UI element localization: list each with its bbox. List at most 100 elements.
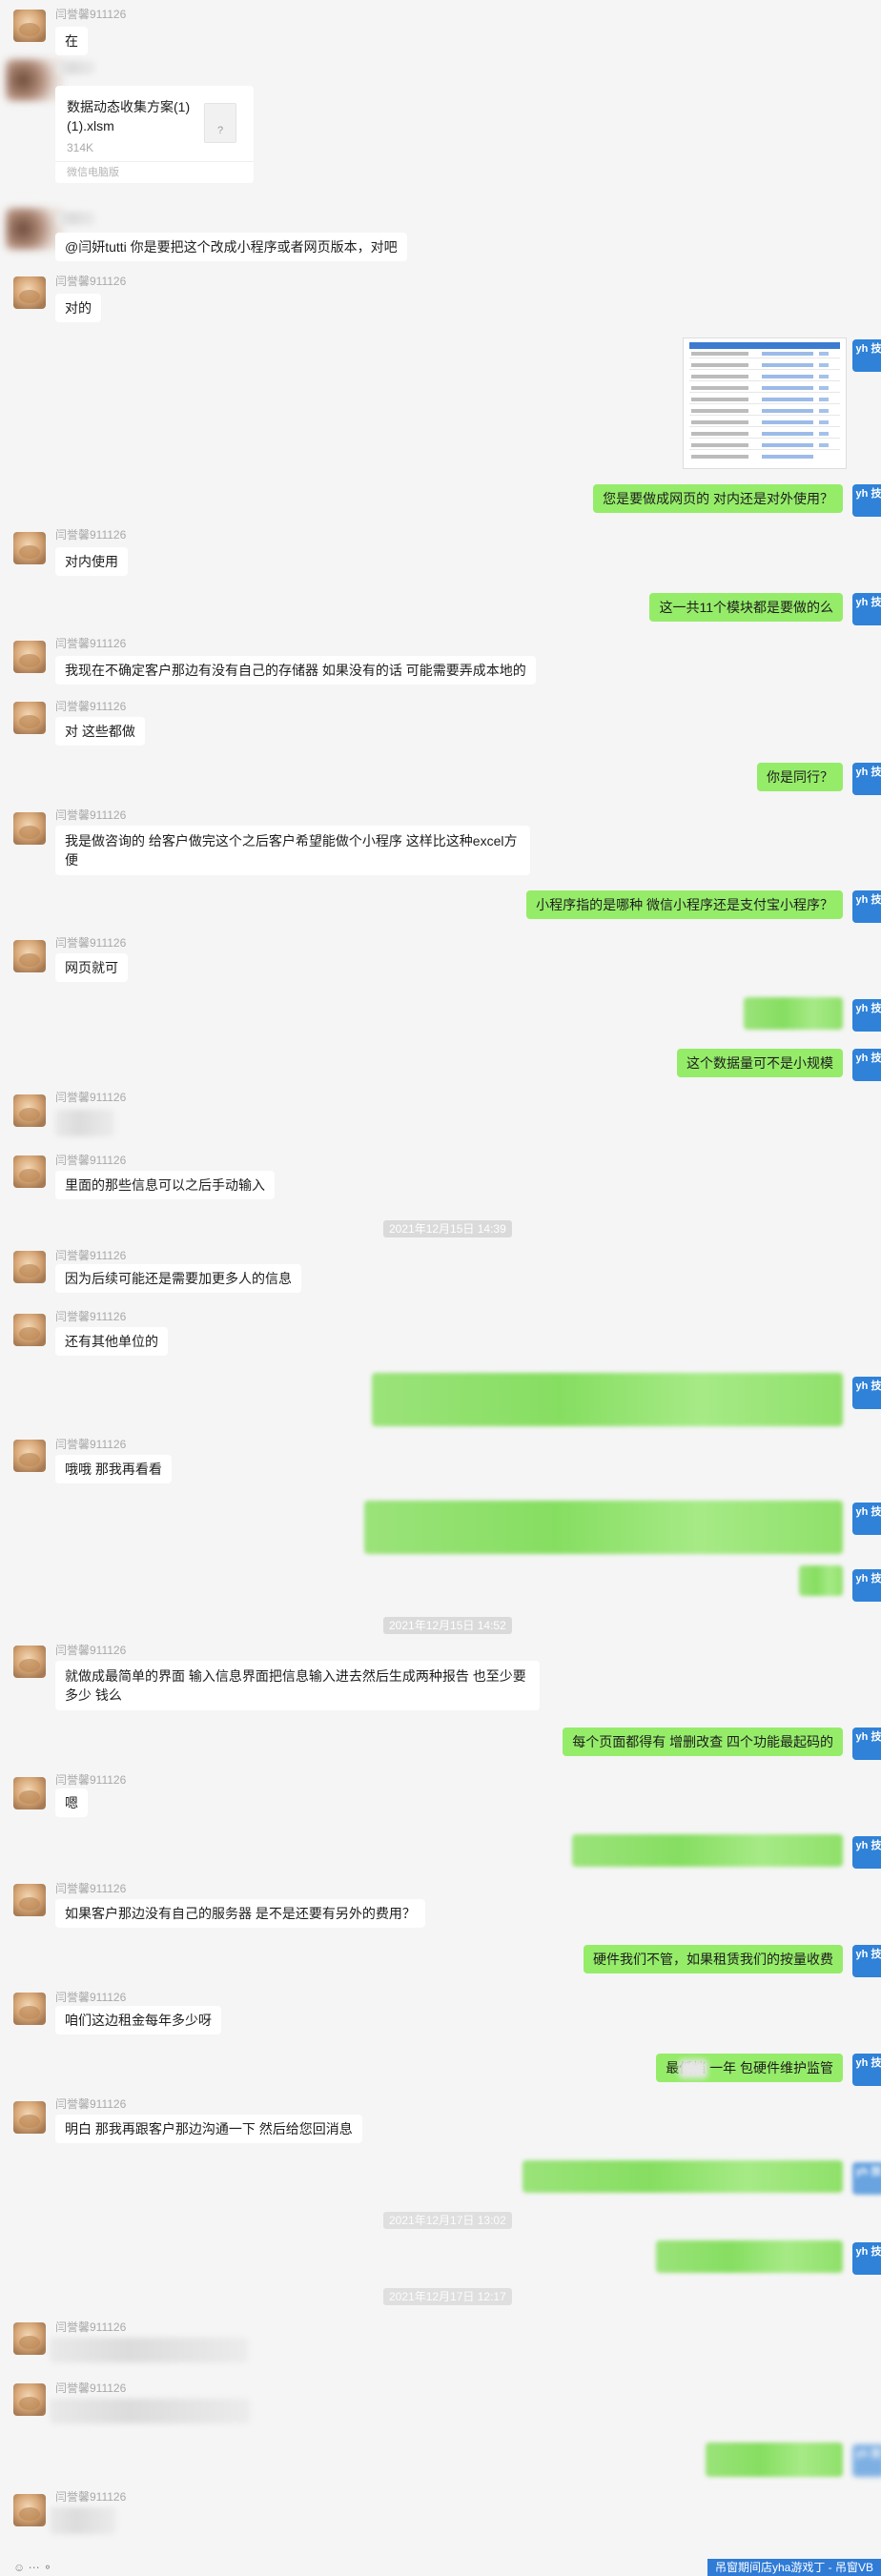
my-avatar[interactable]: yh 技 (852, 2444, 881, 2477)
message-bubble[interactable]: 我现在不确定客户那边有没有自己的存储器 如果没有的话 可能需要弄成本地的 (55, 656, 536, 685)
message-bubble[interactable]: 对 这些都做 (55, 717, 145, 746)
sender-name: 闫誉馨911126 (55, 2382, 127, 2395)
sender-name: 闫誉馨911126 (55, 808, 127, 822)
redacted-message-mine[interactable] (572, 1834, 843, 1867)
message-bubble-mine[interactable]: 您是要做成网页的 对内还是对外使用？ (593, 484, 843, 513)
my-avatar[interactable]: yh 技 (852, 1049, 881, 1081)
sender-name: 闫誉馨911126 (55, 1154, 127, 1167)
my-avatar[interactable]: yh 技 (852, 999, 881, 1032)
blurred-name (57, 212, 95, 225)
avatar[interactable] (13, 1094, 46, 1127)
message-bubble[interactable]: 哦哦 那我再看看 (55, 1455, 172, 1483)
my-avatar[interactable]: yh 技 (852, 2242, 881, 2275)
message-bubble[interactable]: 对内使用 (55, 547, 128, 576)
message-bubble[interactable]: 因为后续可能还是需要加更多人的信息 (55, 1264, 301, 1293)
my-avatar[interactable]: yh 技 (852, 2162, 881, 2195)
message-bubble-mine[interactable]: 这一共11个模块都是要做的么 (649, 593, 843, 622)
message-bubble-mine[interactable]: 你是同行？ (757, 763, 843, 791)
avatar[interactable] (13, 940, 46, 972)
avatar[interactable] (13, 1884, 46, 1916)
my-avatar[interactable]: yh 技 (852, 1377, 881, 1409)
avatar[interactable] (13, 1993, 46, 2025)
footer-badge[interactable]: 吊窗期间店yha游戏丁 - 吊窗VB (707, 2559, 881, 2576)
redacted-message[interactable] (50, 2399, 250, 2423)
message-bubble-mine[interactable]: 硬件我们不管，如果租赁我们的按量收费 (584, 1945, 843, 1973)
avatar[interactable] (13, 1440, 46, 1472)
message-bubble[interactable]: 就做成最简单的界面 输入信息界面把信息输入进去然后生成两种报告 也至少要多少 钱… (55, 1661, 540, 1710)
my-avatar[interactable]: yh 技 (852, 890, 881, 923)
message-bubble[interactable]: 明白 那我再跟客户那边沟通一下 然后给您回消息 (55, 2115, 362, 2143)
timestamp: 2021年12月17日 12:17 (383, 2288, 512, 2305)
message-bubble-mine[interactable]: 小程序指的是哪种 微信小程序还是支付宝小程序？ (526, 890, 843, 919)
sender-name: 闫誉馨911126 (55, 8, 127, 21)
redacted-message-mine[interactable] (522, 2160, 843, 2193)
sender-name: 闫誉馨911126 (55, 936, 127, 950)
message-bubble-mine[interactable]: 这个数据量可不是小规模 (677, 1049, 843, 1077)
avatar[interactable] (13, 702, 46, 734)
avatar[interactable] (13, 532, 46, 564)
sender-name: 闫誉馨911126 (55, 2320, 127, 2334)
my-avatar[interactable]: yh 技 (852, 763, 881, 795)
avatar[interactable] (13, 2494, 46, 2526)
avatar[interactable] (13, 1251, 46, 1283)
redacted-message[interactable] (55, 1110, 114, 1136)
sender-name: 闫誉馨911126 (55, 1249, 127, 1262)
my-avatar[interactable]: yh 技 (852, 339, 881, 372)
file-source: 微信电脑版 (55, 161, 254, 183)
sender-name: 闫誉馨911126 (55, 528, 127, 542)
avatar[interactable] (13, 1646, 46, 1678)
avatar[interactable] (6, 59, 63, 101)
blurred-name (57, 61, 95, 74)
redacted-message-mine[interactable] (744, 997, 843, 1030)
my-avatar[interactable]: yh 技 (852, 484, 881, 517)
file-size: 314K (67, 141, 94, 154)
avatar[interactable] (13, 10, 46, 42)
my-avatar[interactable]: yh 技 (852, 1945, 881, 1977)
avatar[interactable] (13, 1155, 46, 1188)
message-bubble[interactable]: 嗯 (55, 1789, 88, 1817)
message-bubble[interactable]: 在 (55, 27, 88, 55)
redacted-message-mine[interactable] (364, 1501, 843, 1554)
sender-name: 闫誉馨911126 (55, 1438, 127, 1451)
redacted-message-mine[interactable] (706, 2443, 843, 2477)
file-name: 数据动态收集方案(1)(1).xlsm (67, 99, 191, 133)
avatar[interactable] (13, 1314, 46, 1346)
avatar[interactable] (13, 2322, 46, 2355)
my-avatar[interactable]: yh 技 (852, 2054, 881, 2086)
redacted-message-mine[interactable] (799, 1565, 843, 1596)
message-bubble-mine[interactable]: 每个页面都得有 增删改查 四个功能最起码的 (563, 1728, 843, 1756)
redacted-price (679, 2059, 707, 2078)
redacted-message[interactable] (50, 2507, 116, 2534)
sender-name: 闫誉馨911126 (55, 2490, 127, 2504)
file-card[interactable]: 数据动态收集方案(1)(1).xlsm 314K ? 微信电脑版 (55, 86, 254, 183)
avatar[interactable] (13, 2383, 46, 2416)
image-message[interactable] (683, 337, 847, 469)
message-bubble[interactable]: 里面的那些信息可以之后手动输入 (55, 1171, 275, 1199)
my-avatar[interactable]: yh 技 (852, 1728, 881, 1760)
message-bubble[interactable]: 对的 (55, 294, 101, 322)
sender-name: 闫誉馨911126 (55, 1773, 127, 1787)
redacted-message-mine[interactable] (656, 2240, 843, 2273)
sender-name: 闫誉馨911126 (55, 700, 127, 713)
my-avatar[interactable]: yh 技 (852, 1836, 881, 1869)
avatar[interactable] (13, 2101, 46, 2134)
message-bubble[interactable]: 网页就可 (55, 953, 128, 982)
message-bubble[interactable]: 咱们这边租金每年多少呀 (55, 2006, 221, 2034)
avatar[interactable] (13, 1777, 46, 1809)
message-bubble[interactable]: 还有其他单位的 (55, 1327, 168, 1356)
message-bubble[interactable]: 如果客户那边没有自己的服务器 是不是还要有另外的费用？ (55, 1899, 425, 1928)
avatar[interactable] (6, 208, 63, 250)
sender-name: 闫誉馨911126 (55, 1882, 127, 1895)
sender-name: 闫誉馨911126 (55, 2097, 127, 2111)
my-avatar[interactable]: yh 技 (852, 593, 881, 625)
message-bubble[interactable]: @闫妍tutti 你是要把这个改成小程序或者网页版本，对吧 (55, 233, 407, 261)
redacted-message[interactable] (50, 2338, 248, 2362)
redacted-message-mine[interactable] (372, 1373, 843, 1426)
my-avatar[interactable]: yh 技 (852, 1569, 881, 1602)
avatar[interactable] (13, 812, 46, 845)
my-avatar[interactable]: yh 技 (852, 1503, 881, 1535)
avatar[interactable] (13, 641, 46, 673)
avatar[interactable] (13, 276, 46, 309)
toolbar-icons[interactable]: ☺ ⋯ ⚬ (13, 2561, 52, 2574)
message-bubble[interactable]: 我是做咨询的 给客户做完这个之后客户希望能做个小程序 这样比这种excel方便 (55, 826, 530, 875)
